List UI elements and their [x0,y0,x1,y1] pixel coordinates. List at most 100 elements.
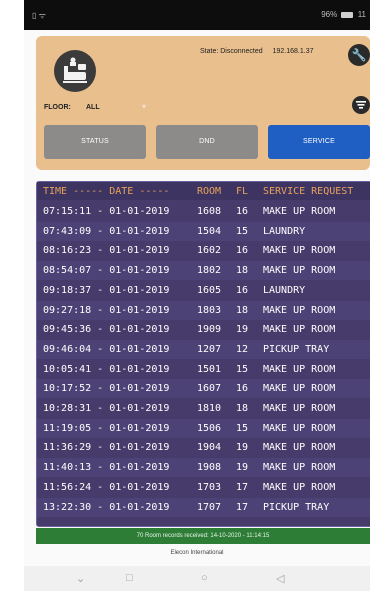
ip-address: 192.168.1.37 [272,48,314,55]
table-row[interactable]: 09:46:04 - 01-01-2019 1207 12 PICKUP TRAY [37,339,370,359]
status-button[interactable]: STATUS [44,125,146,159]
floor-select[interactable]: ALL [86,104,100,111]
cell-floor: 16 [236,245,249,257]
table-row[interactable]: 08:54:07 - 01-01-2019 1802 18 MAKE UP ROOM [37,261,370,281]
table-row[interactable]: 10:17:52 - 01-01-2019 1607 16 MAKE UP ROOM [37,379,370,399]
status-bar: ▯ ᯤ 96% 11 [24,0,370,30]
table-row[interactable]: 11:36:29 - 01-01-2019 1904 19 MAKE UP ROOM [37,438,370,457]
app-screen: ▯ ᯤ 96% 11 State: Disconnected 192.168.1… [24,0,370,591]
clock: 11 [357,10,366,19]
connection-state: State: Disconnected 192.168.1.37 [200,48,313,55]
table-row[interactable]: 09:18:37 - 01-01-2019 1605 16 LAUNDRY [37,281,370,300]
cell-floor: 15 [236,422,249,434]
chevron-down-icon[interactable]: ⌄ [76,572,85,585]
cell-time-date: 11:56:24 - 01-01-2019 [43,481,170,493]
cell-request: PICKUP TRAY [263,501,330,513]
cell-room: 1703 [197,481,222,493]
cell-room: 1608 [197,206,222,217]
cell-time-date: 09:46:04 - 01-01-2019 [43,343,170,355]
cell-room: 1607 [197,383,222,395]
table-header: TIME ----- DATE ----- ROOM FL SERVICE RE… [37,182,370,200]
cell-request: MAKE UP ROOM [263,324,336,336]
cell-room: 1207 [197,343,222,355]
cell-floor: 15 [236,225,249,237]
cell-time-date: 11:19:05 - 01-01-2019 [43,422,170,434]
cell-room: 1707 [197,501,222,513]
table-row[interactable]: 11:40:13 - 01-01-2019 1908 19 MAKE UP ROOM [37,458,370,478]
service-button[interactable]: SERVICE [268,125,370,159]
cell-room: 1501 [197,363,222,375]
cell-request: MAKE UP ROOM [263,363,336,375]
cell-floor: 18 [236,304,249,316]
service-records-table[interactable]: TIME ----- DATE ----- ROOM FL SERVICE RE… [36,181,370,527]
table-row[interactable]: 13:22:30 - 01-01-2019 1707 17 PICKUP TRAY [37,497,370,517]
status-icons: ▯ ᯤ [32,11,46,20]
company-name: Elecon International [170,550,224,556]
cell-room: 1904 [197,442,222,454]
cell-floor: 18 [236,265,249,277]
cell-floor: 17 [236,481,249,493]
cell-room: 1504 [197,225,222,237]
cell-time-date: 09:18:37 - 01-01-2019 [43,284,170,296]
cell-request: MAKE UP ROOM [263,422,336,434]
cell-floor: 12 [236,343,249,355]
cell-time-date: 11:36:29 - 01-01-2019 [43,442,170,454]
circle-home-icon[interactable]: ○ [201,572,208,584]
cell-request: MAKE UP ROOM [263,304,336,316]
battery-icon [341,11,354,18]
cell-room: 1909 [197,324,222,336]
header-floor: FL [236,186,249,197]
table-row[interactable]: 10:28:31 - 01-01-2019 1810 18 MAKE UP ROOM [37,399,370,418]
records-status: 70 Room records received: 14-10-2020 - 1… [36,528,370,544]
cell-floor: 19 [236,462,249,474]
cell-request: LAUNDRY [263,284,306,296]
cell-time-date: 09:27:18 - 01-01-2019 [43,304,170,316]
cell-room: 1506 [197,422,222,434]
cell-time-date: 10:28:31 - 01-01-2019 [43,403,170,414]
cell-time-date: 07:43:09 - 01-01-2019 [43,225,170,237]
floor-label: FLOOR: [44,104,71,111]
header-room: ROOM [197,186,222,197]
cell-floor: 17 [236,501,249,513]
header-time-date: TIME ----- DATE ----- [43,186,170,197]
table-row[interactable]: 09:27:18 - 01-01-2019 1803 18 MAKE UP ROOM [37,300,370,320]
table-row[interactable]: 11:56:24 - 01-01-2019 1703 17 MAKE UP ROOM [37,478,370,497]
cell-time-date: 11:40:13 - 01-01-2019 [43,462,170,474]
triangle-back-icon[interactable]: ◁ [276,572,284,585]
status-right: 96% 11 [321,10,366,19]
table-row[interactable]: 07:15:11 - 01-01-2019 1608 16 MAKE UP ROOM [37,202,370,221]
battery-percent: 96% [321,10,338,19]
cell-time-date: 07:15:11 - 01-01-2019 [43,206,170,217]
cell-time-date: 10:17:52 - 01-01-2019 [43,383,170,395]
cell-time-date: 08:54:07 - 01-01-2019 [43,265,170,277]
table-row[interactable]: 09:45:36 - 01-01-2019 1909 19 MAKE UP ROOM [37,320,370,339]
cell-request: MAKE UP ROOM [263,245,336,257]
filter-icon[interactable] [352,96,370,114]
cell-request: MAKE UP ROOM [263,403,336,414]
table-row[interactable]: 11:19:05 - 01-01-2019 1506 15 MAKE UP ROOM [37,418,370,438]
control-panel: State: Disconnected 192.168.1.37 🔧 FLOOR… [36,36,370,170]
cell-time-date: 08:16:23 - 01-01-2019 [43,245,170,257]
square-recent-icon[interactable]: □ [126,572,133,584]
table-row[interactable]: 10:05:41 - 01-01-2019 1501 15 MAKE UP ROOM [37,360,370,379]
cell-room: 1602 [197,245,222,257]
cell-floor: 19 [236,324,249,336]
table-row[interactable]: 08:16:23 - 01-01-2019 1602 16 MAKE UP ROOM [37,241,370,260]
dnd-button[interactable]: DND [156,125,258,159]
wrench-icon[interactable]: 🔧 [348,44,370,66]
cell-time-date: 09:45:36 - 01-01-2019 [43,324,170,336]
chevron-down-icon[interactable]: ▾ [142,102,146,111]
cell-floor: 19 [236,442,249,454]
cell-request: MAKE UP ROOM [263,383,336,395]
cell-time-date: 13:22:30 - 01-01-2019 [43,501,170,513]
cell-floor: 18 [236,403,249,414]
cell-floor: 16 [236,206,249,217]
cell-request: MAKE UP ROOM [263,442,336,454]
cell-time-date: 10:05:41 - 01-01-2019 [43,363,170,375]
cell-room: 1803 [197,304,222,316]
system-nav-bar: ⌄ □ ○ ◁ [24,566,370,591]
cell-request: MAKE UP ROOM [263,265,336,277]
cell-room: 1810 [197,403,222,414]
cell-floor: 15 [236,363,249,375]
table-row[interactable]: 07:43:09 - 01-01-2019 1504 15 LAUNDRY [37,221,370,241]
